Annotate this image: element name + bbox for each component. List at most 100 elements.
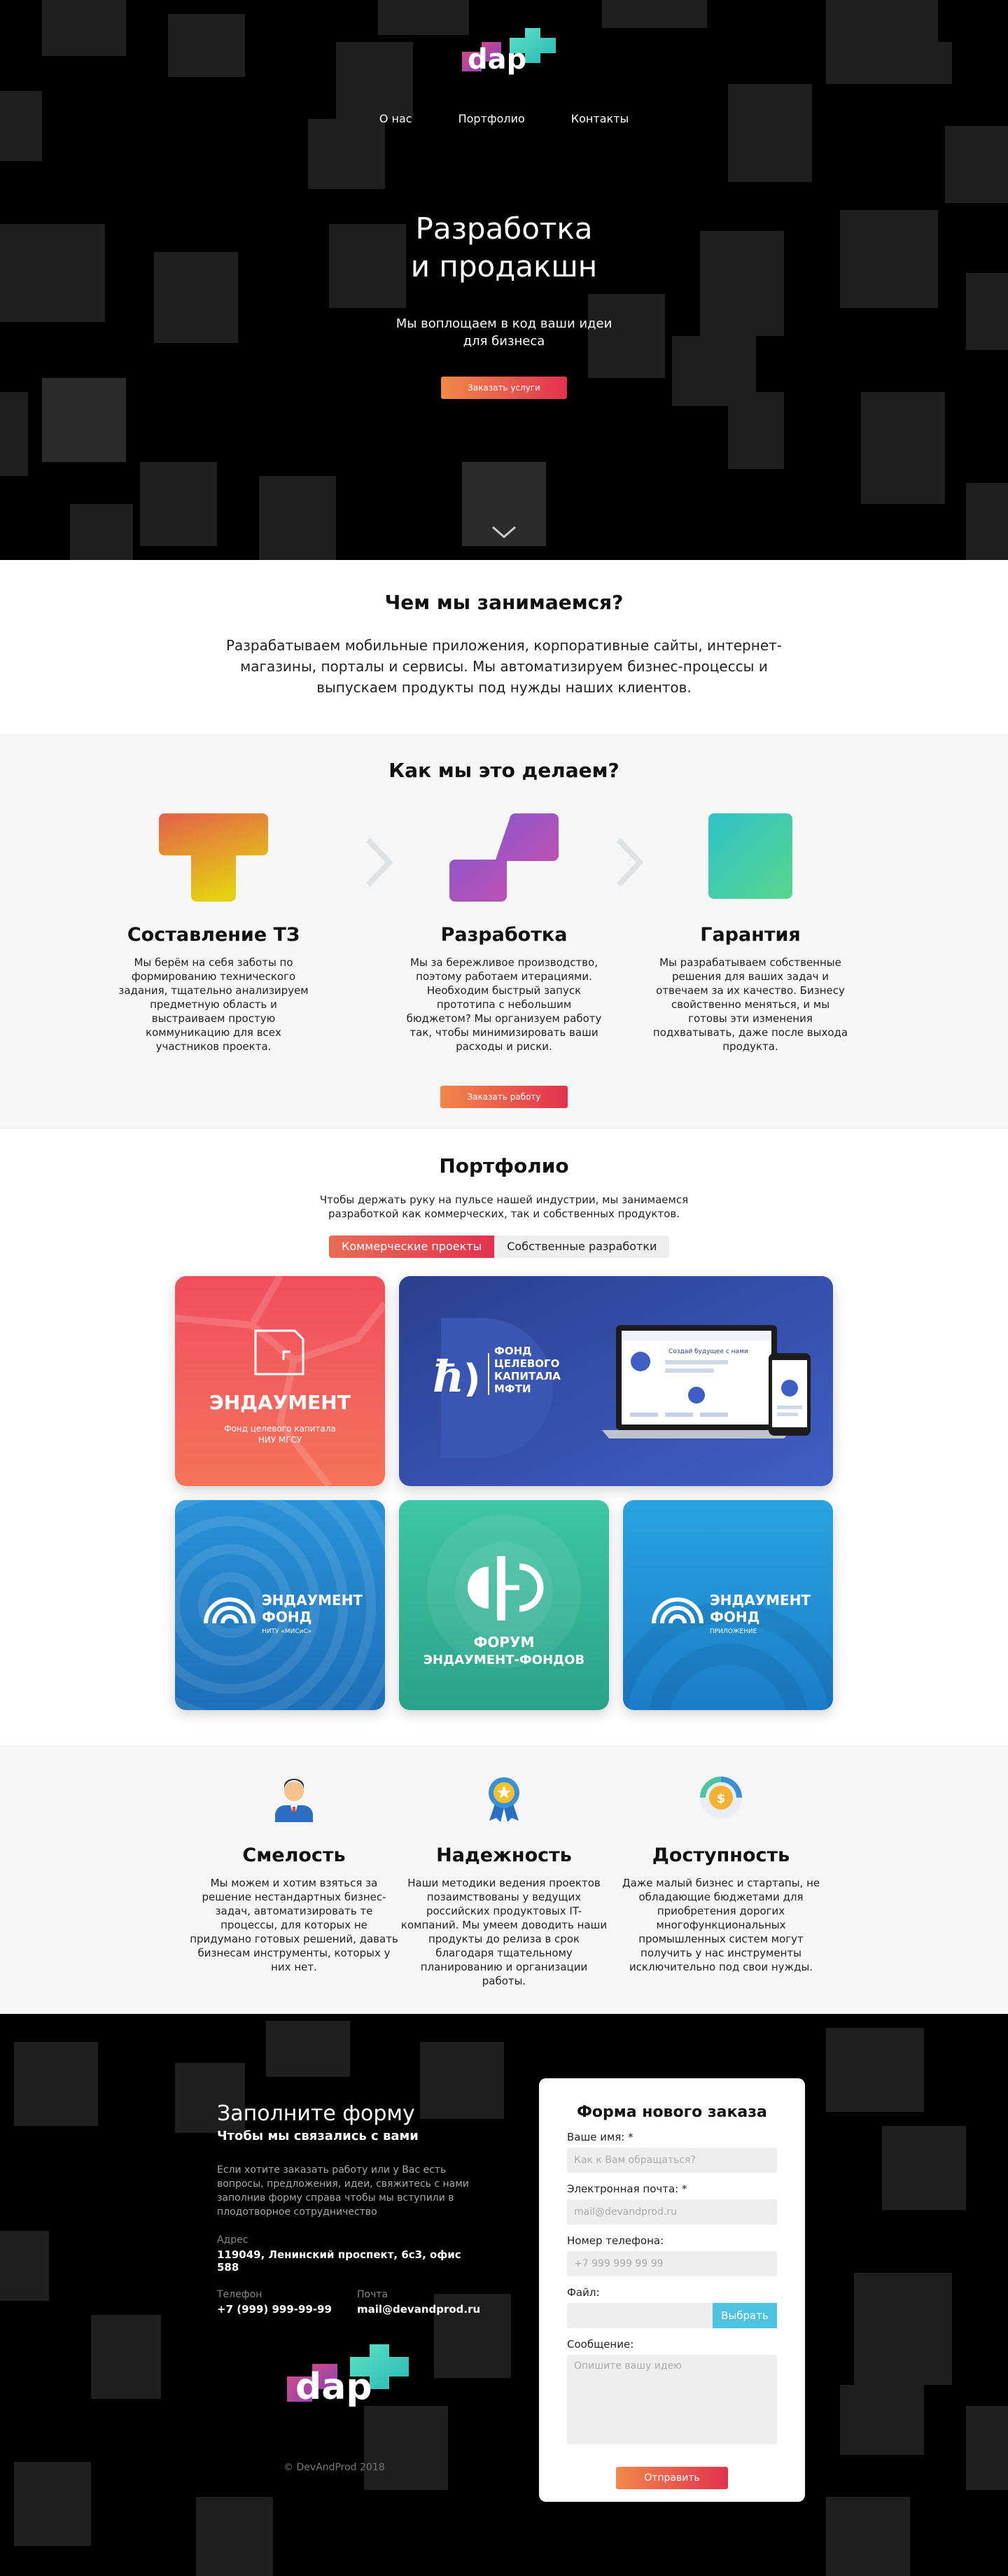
- address-value: 119049, Ленинский проспект, 6с3, офис 58…: [217, 2248, 461, 2274]
- address-block: Адрес 119049, Ленинский проспект, 6с3, о…: [217, 2234, 483, 2274]
- value-text: Мы можем и хотим взяться за решение нест…: [190, 1877, 398, 1973]
- mgsu-card-art: ЭНДАУМЕНТ Фонд целевого капитала НИУ МГС…: [175, 1276, 385, 1486]
- order-work-button[interactable]: Заказать работу: [440, 1086, 568, 1108]
- name-label: Ваше имя: *: [567, 2131, 634, 2143]
- message-textarea[interactable]: [567, 2355, 777, 2444]
- contact-description: Если хотите заказать работу или у Вас ес…: [217, 2164, 469, 2218]
- value-title: Надежность: [436, 1844, 572, 1866]
- chevron-down-icon[interactable]: [490, 522, 518, 542]
- name-input[interactable]: [567, 2148, 777, 2173]
- mfti-card-art: ħ ) ФОНД ЦЕЛЕВОГО КАПИТАЛА МФТИ Создай б…: [399, 1276, 833, 1486]
- value-text: Даже малый бизнес и стартапы, не обладаю…: [622, 1877, 820, 1973]
- email-label: Электронная почта: *: [567, 2183, 687, 2195]
- svg-text:ФОНД: ФОНД: [262, 1609, 312, 1625]
- s-shape-icon: [449, 813, 559, 902]
- portfolio-card-app[interactable]: ЭНДАУМЕНТ ФОНД ПРИЛОЖЕНИЕ: [623, 1500, 833, 1710]
- step-text: Мы берём на себя заботы по формированию …: [118, 956, 309, 1053]
- portfolio-card-misis[interactable]: ЭНДАУМЕНТ ФОНД НИТУ «МИСиС»: [175, 1500, 385, 1710]
- tab-own[interactable]: Собственные разработки: [494, 1236, 670, 1258]
- step-title: Составление ТЗ: [127, 924, 300, 946]
- forum-card-art: ФОРУМ ЭНДАУМЕНТ-ФОНДОВ: [399, 1500, 609, 1710]
- coin-icon: $: [700, 1777, 742, 1819]
- name-field-group: Ваше имя: *: [567, 2131, 777, 2173]
- portfolio-subtitle: Чтобы держать руку на пульсе нашей индус…: [319, 1194, 689, 1220]
- submit-button[interactable]: Отправить: [616, 2467, 728, 2489]
- email-input[interactable]: [567, 2199, 777, 2225]
- portfolio-section: Портфолио Чтобы держать руку на пульсе н…: [0, 1129, 1008, 1745]
- phone-input[interactable]: [567, 2251, 777, 2276]
- value-courage: Смелость Мы можем и хотим взяться за реш…: [175, 1773, 413, 1974]
- svg-text:$: $: [717, 1791, 726, 1806]
- svg-text:ħ: ħ: [433, 1351, 464, 1402]
- svg-text:dap: dap: [468, 43, 526, 76]
- choose-file-button[interactable]: Выбрать: [713, 2303, 777, 2328]
- hero-subtitle: Мы воплощаем в код ваши идеи для бизнеса: [396, 316, 612, 349]
- value-reliability: Надежность Наши методики ведения проекто…: [385, 1773, 623, 1988]
- message-label: Сообщение:: [567, 2338, 634, 2351]
- tab-commercial[interactable]: Коммерческие проекты: [329, 1236, 495, 1258]
- svg-text:МФТИ: МФТИ: [494, 1382, 531, 1395]
- svg-text:НИТУ «МИСиС»: НИТУ «МИСиС»: [262, 1628, 312, 1635]
- svg-text:ЭНДАУМЕНТ-ФОНДОВ: ЭНДАУМЕНТ-ФОНДОВ: [424, 1653, 584, 1667]
- order-services-button[interactable]: Заказать услуги: [441, 377, 567, 399]
- footer-logo: dap: [280, 2343, 413, 2420]
- nav-link-about[interactable]: О нас: [379, 112, 412, 125]
- step-text: Мы за бережливое производство, поэтому р…: [406, 956, 602, 1053]
- step-guarantee: Гарантия Мы разрабатываем собственные ре…: [638, 813, 862, 1054]
- nav-link-portfolio[interactable]: Портфолио: [458, 112, 525, 125]
- hero-title: Разработка и продакшн: [410, 211, 598, 284]
- contacts-block: Телефон +7 (999) 999-99-99 Почта mail@de…: [217, 2289, 483, 2316]
- process-title: Как мы это делаем?: [388, 759, 620, 782]
- brand-logo[interactable]: dap: [455, 28, 560, 84]
- logo-icon: dap: [462, 28, 556, 76]
- about-text: Разрабатываем мобильные приложения, корп…: [225, 637, 783, 696]
- svg-text:КАПИТАЛА: КАПИТАЛА: [494, 1370, 561, 1382]
- nav-link-contacts[interactable]: Контакты: [571, 112, 629, 125]
- portfolio-card-mgsu[interactable]: ЭНДАУМЕНТ Фонд целевого капитала НИУ МГС…: [175, 1276, 385, 1486]
- footer-background-shapes: [0, 2014, 1008, 2576]
- file-row: Выбрать: [567, 2303, 777, 2328]
- value-title: Смелость: [242, 1844, 346, 1866]
- mail-label: Почта: [356, 2289, 388, 2300]
- phone-label: Номер телефона:: [567, 2234, 664, 2247]
- contact-title: Заполните форму: [217, 2101, 415, 2126]
- svg-text:dap: dap: [295, 2366, 372, 2408]
- address-label: Адрес: [217, 2234, 248, 2246]
- mail-value[interactable]: mail@devandprod.ru: [357, 2303, 480, 2316]
- svg-text:): ): [463, 1357, 481, 1401]
- values-section: Смелость Мы можем и хотим взяться за реш…: [0, 1745, 1008, 2014]
- medal-icon: [489, 1777, 519, 1822]
- portfolio-card-mfti[interactable]: ħ ) ФОНД ЦЕЛЕВОГО КАПИТАЛА МФТИ Создай б…: [399, 1276, 833, 1486]
- about-section: Чем мы занимаемся? Разрабатываем мобильн…: [0, 560, 1008, 734]
- file-path-input[interactable]: [567, 2303, 713, 2328]
- order-form: Форма нового заказа Ваше имя: * Электрон…: [539, 2078, 805, 2502]
- app-card-art: ЭНДАУМЕНТ ФОНД ПРИЛОЖЕНИЕ: [623, 1500, 833, 1710]
- svg-text:ЭНДАУМЕНТ: ЭНДАУМЕНТ: [209, 1391, 351, 1414]
- svg-text:ФОРУМ: ФОРУМ: [474, 1634, 535, 1651]
- contact-section: Заполните форму Чтобы мы связались с вам…: [0, 2014, 1008, 2576]
- form-title: Форма нового заказа: [577, 2104, 767, 2121]
- value-title: Доступность: [652, 1844, 790, 1866]
- step-title: Гарантия: [700, 924, 801, 946]
- step-title: Разработка: [440, 924, 568, 946]
- phone-block: Телефон +7 (999) 999-99-99: [217, 2289, 332, 2316]
- value-text: Наши методики ведения проектов позаимств…: [400, 1877, 608, 1987]
- contact-info: Заполните форму Чтобы мы связались с вам…: [217, 2101, 483, 2316]
- svg-text:ПРИЛОЖЕНИЕ: ПРИЛОЖЕНИЕ: [710, 1628, 757, 1635]
- svg-text:ФОНД: ФОНД: [494, 1345, 532, 1357]
- step-development: Разработка Мы за бережливое производство…: [392, 813, 616, 1054]
- svg-text:Создай будущее с нами: Создай будущее с нами: [668, 1348, 748, 1355]
- value-affordability: $ Доступность Даже малый бизнес и старта…: [602, 1773, 840, 1974]
- portfolio-title: Портфолио: [439, 1154, 569, 1177]
- businessman-icon: [275, 1779, 313, 1822]
- svg-text:ЭНДАУМЕНТ: ЭНДАУМЕНТ: [262, 1592, 363, 1609]
- svg-text:НИУ МГСУ: НИУ МГСУ: [258, 1435, 302, 1445]
- process-steps: Составление ТЗ Мы берём на себя заботы п…: [0, 813, 1008, 1065]
- copyright: © DevAndProd 2018: [284, 2462, 385, 2473]
- phone-value[interactable]: +7 (999) 999-99-99: [217, 2303, 332, 2316]
- about-title: Чем мы занимаемся?: [384, 591, 624, 614]
- portfolio-card-forum[interactable]: ФОРУМ ЭНДАУМЕНТ-ФОНДОВ: [399, 1500, 609, 1710]
- misis-card-art: ЭНДАУМЕНТ ФОНД НИТУ «МИСиС»: [175, 1500, 385, 1710]
- email-field-group: Электронная почта: *: [567, 2183, 777, 2225]
- svg-text:ЭНДАУМЕНТ: ЭНДАУМЕНТ: [710, 1592, 811, 1609]
